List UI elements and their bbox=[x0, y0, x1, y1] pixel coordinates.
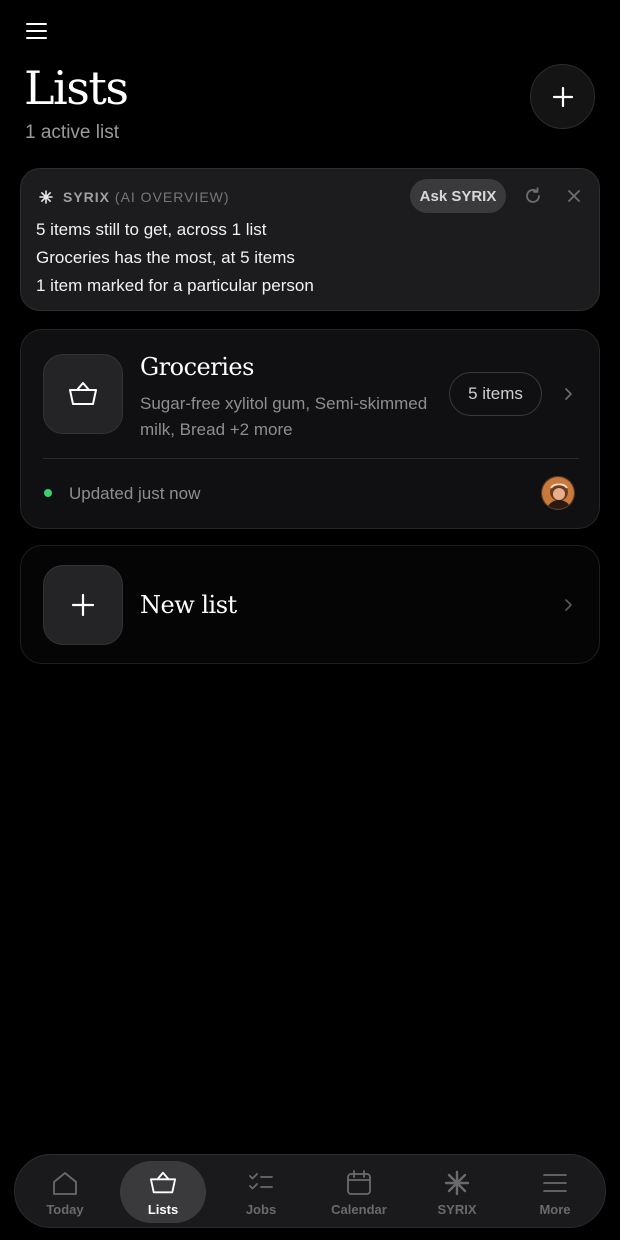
more-icon bbox=[543, 1174, 567, 1192]
tab-label: More bbox=[539, 1202, 571, 1217]
new-list-label: New list bbox=[140, 591, 237, 619]
close-icon[interactable] bbox=[562, 184, 586, 208]
syrix-icon bbox=[444, 1170, 470, 1196]
ai-overview-card: SYRIX (AI OVERVIEW) Ask SYRIX 5 items st… bbox=[20, 168, 600, 311]
tab-lists[interactable]: Lists bbox=[120, 1161, 206, 1223]
tab-more[interactable]: More bbox=[506, 1161, 604, 1223]
calendar-icon bbox=[347, 1170, 371, 1195]
refresh-icon[interactable] bbox=[521, 184, 545, 208]
checklist-icon bbox=[249, 1173, 273, 1190]
ai-line: Groceries has the most, at 5 items bbox=[36, 248, 295, 267]
item-count-badge: 5 items bbox=[449, 372, 542, 416]
add-list-button[interactable] bbox=[530, 64, 595, 129]
divider bbox=[43, 458, 579, 459]
avatar[interactable] bbox=[541, 476, 575, 510]
list-name: Groceries bbox=[140, 353, 254, 381]
list-icon-box bbox=[43, 354, 123, 434]
tab-label: Calendar bbox=[331, 1202, 387, 1217]
page-subtitle: 1 active list bbox=[25, 122, 119, 143]
tab-label: Jobs bbox=[245, 1202, 277, 1217]
chevron-right-icon bbox=[565, 388, 572, 400]
status-dot bbox=[44, 489, 52, 497]
new-list-icon-box bbox=[43, 565, 123, 645]
syrix-icon bbox=[39, 190, 53, 204]
new-list-card[interactable]: New list bbox=[20, 545, 600, 664]
tab-bar: Today Lists Jobs Calendar SYRIX More bbox=[14, 1154, 606, 1228]
basket-icon bbox=[150, 1171, 176, 1194]
ai-line: 1 item marked for a particular person bbox=[36, 276, 314, 295]
ai-line: 5 items still to get, across 1 list bbox=[36, 220, 267, 239]
tab-syrix[interactable]: SYRIX bbox=[408, 1161, 506, 1223]
tab-label: SYRIX bbox=[437, 1202, 477, 1217]
tab-today[interactable]: Today bbox=[16, 1161, 114, 1223]
tab-calendar[interactable]: Calendar bbox=[310, 1161, 408, 1223]
list-preview: Sugar-free xylitol gum, Semi-skimmed mil… bbox=[140, 394, 428, 439]
list-status: Updated just now bbox=[69, 484, 201, 503]
list-card-groceries[interactable]: Groceries Sugar-free xylitol gum, Semi-s… bbox=[20, 329, 600, 529]
basket-icon bbox=[69, 382, 97, 405]
ai-brand-suffix: (AI OVERVIEW) bbox=[114, 189, 230, 205]
tab-label: Today bbox=[46, 1202, 84, 1217]
plus-icon bbox=[552, 86, 573, 107]
menu-button[interactable] bbox=[22, 18, 52, 44]
tab-label: Lists bbox=[147, 1202, 179, 1217]
ai-overview-lines: 5 items still to get, across 1 list Groc… bbox=[36, 216, 314, 300]
ai-overview-header: SYRIX (AI OVERVIEW) bbox=[39, 186, 230, 208]
home-icon bbox=[53, 1172, 77, 1195]
chevron-right-icon bbox=[565, 599, 572, 611]
ai-overview-label: SYRIX (AI OVERVIEW) bbox=[63, 189, 230, 205]
ask-syrix-button[interactable]: Ask SYRIX bbox=[410, 179, 506, 213]
ai-brand: SYRIX bbox=[63, 189, 111, 205]
page-title: Lists bbox=[24, 61, 129, 115]
tab-jobs[interactable]: Jobs bbox=[212, 1161, 310, 1223]
plus-icon bbox=[71, 593, 95, 617]
